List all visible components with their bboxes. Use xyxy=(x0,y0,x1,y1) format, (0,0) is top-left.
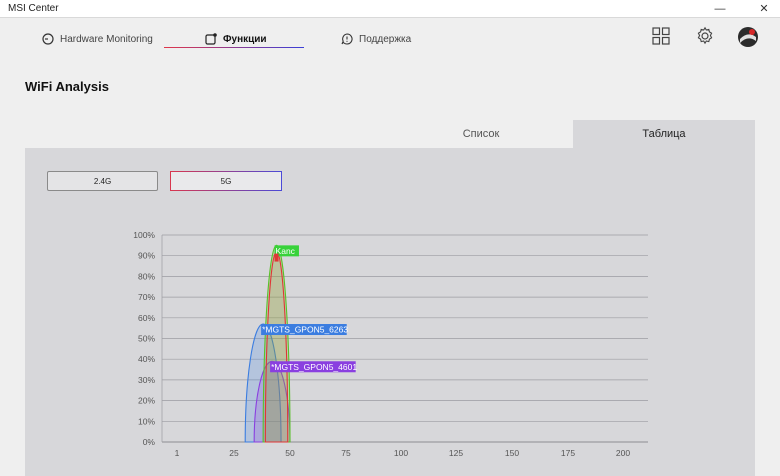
title-bar: MSI Center — ✕ xyxy=(0,0,780,18)
minimize-button[interactable]: — xyxy=(706,0,734,18)
band-2-4g-button[interactable]: 2.4G xyxy=(47,171,158,191)
page-title: WiFi Analysis xyxy=(25,79,109,94)
active-tab-indicator xyxy=(164,47,304,48)
band-5g-button[interactable]: 5G xyxy=(170,171,282,191)
gear-icon[interactable] xyxy=(695,26,715,46)
avatar[interactable] xyxy=(737,26,759,48)
tab-table[interactable]: Таблица xyxy=(573,120,755,148)
app-title: MSI Center xyxy=(8,3,59,14)
tab-list[interactable]: Список xyxy=(390,120,572,148)
tab-label: Функции xyxy=(223,33,267,45)
grid-icon[interactable] xyxy=(651,26,671,46)
features-icon xyxy=(205,33,217,45)
tab-label: Поддержка xyxy=(359,33,412,45)
chart-panel xyxy=(25,148,755,476)
tab-support[interactable]: Поддержка xyxy=(341,26,411,52)
tab-label: Hardware Monitoring xyxy=(60,33,153,45)
tab-features[interactable]: Функции xyxy=(205,26,267,52)
close-button[interactable]: ✕ xyxy=(750,0,778,18)
support-icon xyxy=(341,33,353,45)
gauge-icon xyxy=(42,33,54,45)
tab-hardware-monitoring[interactable]: Hardware Monitoring xyxy=(42,26,153,52)
